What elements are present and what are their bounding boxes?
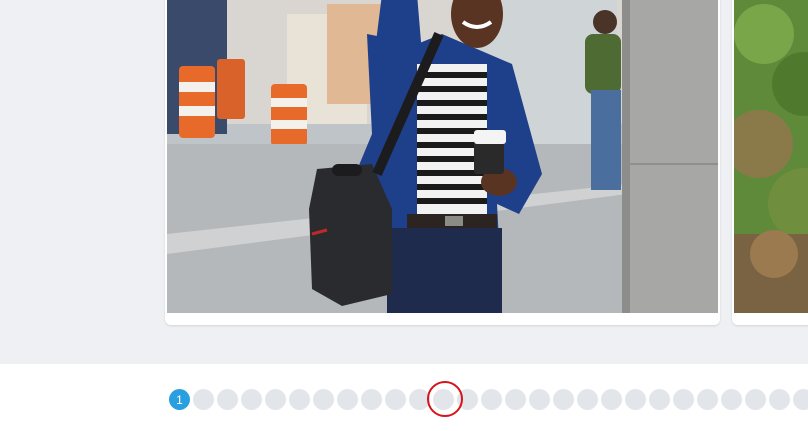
pagination-dot[interactable] (385, 389, 406, 410)
pagination-dot[interactable] (409, 389, 430, 410)
pagination-dot-active[interactable]: 1 (169, 389, 190, 410)
pagination-dot[interactable] (337, 389, 358, 410)
man-waving-photo (167, 0, 718, 313)
pagination-dot[interactable] (553, 389, 574, 410)
pagination-dot[interactable] (577, 389, 598, 410)
pagination-dot[interactable] (265, 389, 286, 410)
pagination-dot[interactable] (361, 389, 382, 410)
carousel-slide-next[interactable] (732, 0, 808, 325)
pagination-dot[interactable] (289, 389, 310, 410)
pagination-dot[interactable] (793, 389, 808, 410)
slide-photo-next (734, 0, 808, 313)
pagination-dot[interactable] (481, 389, 502, 410)
pagination-dot[interactable] (649, 389, 670, 410)
pagination-dot[interactable] (625, 389, 646, 410)
pagination-dots: 1 (169, 389, 808, 410)
image-carousel (0, 0, 808, 364)
pagination-dot[interactable] (529, 389, 550, 410)
slide-photo (167, 0, 718, 313)
pagination-dot[interactable] (745, 389, 766, 410)
pagination-dot[interactable] (457, 389, 478, 410)
pagination-dot[interactable] (313, 389, 334, 410)
carousel-slide-current[interactable] (165, 0, 720, 325)
pagination-dot[interactable] (673, 389, 694, 410)
pagination-dot[interactable] (505, 389, 526, 410)
greenery-photo (734, 0, 808, 313)
pagination-dot[interactable] (433, 389, 454, 410)
pagination-dot[interactable] (217, 389, 238, 410)
pagination-dot[interactable] (697, 389, 718, 410)
pagination-dot[interactable] (193, 389, 214, 410)
pagination-dot[interactable] (601, 389, 622, 410)
pagination-dot[interactable] (721, 389, 742, 410)
pagination-dot[interactable] (241, 389, 262, 410)
pagination-dot[interactable] (769, 389, 790, 410)
